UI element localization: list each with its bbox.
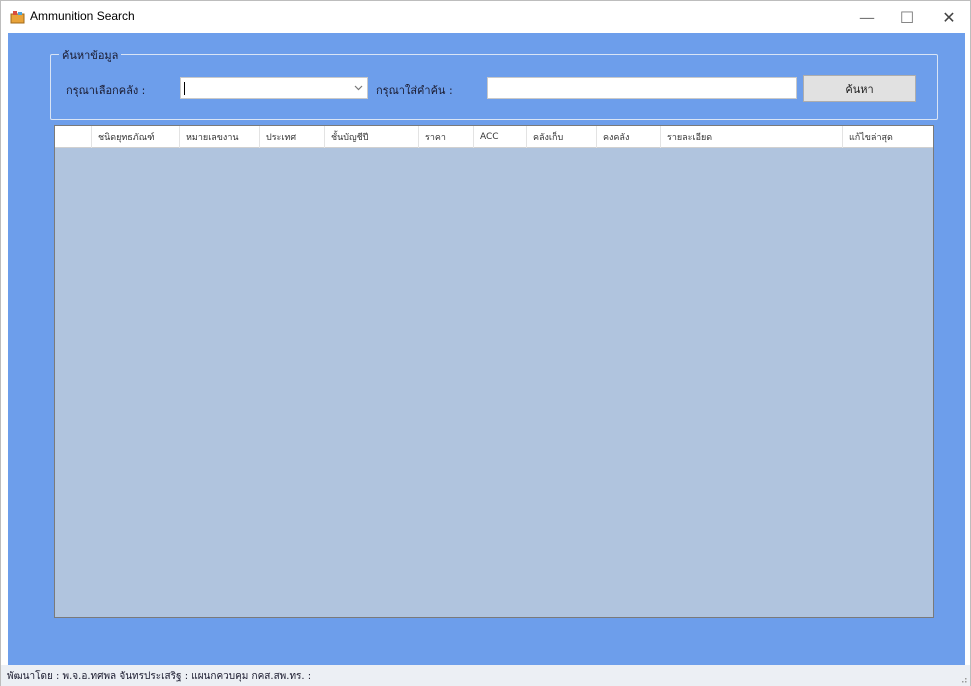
column-header-storage[interactable]: คลังเก็บ <box>527 126 597 148</box>
maximize-button[interactable]: ☐ <box>887 1 927 33</box>
groupbox-title: ค้นหาข้อมูล <box>59 46 122 64</box>
search-button[interactable]: ค้นหา <box>803 75 916 102</box>
column-header-stock[interactable]: คงคลัง <box>597 126 661 148</box>
column-header-item-type[interactable]: ชนิดยุทธภัณฑ์ <box>92 126 180 148</box>
window-title: Ammunition Search <box>30 9 135 23</box>
column-header-last-modified[interactable]: แก้ไขล่าสุด <box>843 126 933 148</box>
column-header-country[interactable]: ประเทศ <box>260 126 325 148</box>
client-area: ค้นหาข้อมูล กรุณาเลือกคลัง : กรุณาใส่คำค… <box>8 33 965 665</box>
grid-header: ชนิดยุทธภัณฑ์ หมายเลขงาน ประเทศ ชั้นบัญช… <box>55 126 933 148</box>
search-groupbox: ค้นหาข้อมูล กรุณาเลือกคลัง : กรุณาใส่คำค… <box>50 46 938 120</box>
title-bar[interactable]: Ammunition Search — ☐ ✕ <box>1 1 970 33</box>
column-header-job-number[interactable]: หมายเลขงาน <box>180 126 260 148</box>
minimize-button[interactable]: — <box>847 1 887 33</box>
app-window: Ammunition Search — ☐ ✕ ค้นหาข้อมูล กรุณ… <box>0 0 971 686</box>
row-header-corner[interactable] <box>55 126 92 148</box>
column-header-account-year[interactable]: ชั้นบัญชีปี <box>325 126 419 148</box>
keyword-input[interactable] <box>487 77 797 99</box>
keyword-label: กรุณาใส่คำค้น : <box>376 84 453 97</box>
warehouse-label: กรุณาเลือกคลัง : <box>66 84 146 97</box>
results-grid[interactable]: ชนิดยุทธภัณฑ์ หมายเลขงาน ประเทศ ชั้นบัญช… <box>54 125 934 618</box>
status-text: พัฒนาโดย : พ.จ.อ.ทศพล จันทรประเสริฐ : แผ… <box>7 671 312 682</box>
close-button[interactable]: ✕ <box>929 1 969 33</box>
chevron-down-icon[interactable] <box>349 78 367 98</box>
app-icon <box>10 11 25 24</box>
resize-grip-icon[interactable] <box>959 675 967 683</box>
column-header-details[interactable]: รายละเอียด <box>661 126 843 148</box>
status-bar: พัฒนาโดย : พ.จ.อ.ทศพล จันทรประเสริฐ : แผ… <box>1 665 970 686</box>
text-caret <box>184 82 185 95</box>
warehouse-combobox[interactable] <box>180 77 368 99</box>
column-header-acc[interactable]: ACC <box>474 126 527 148</box>
column-header-price[interactable]: ราคา <box>419 126 474 148</box>
